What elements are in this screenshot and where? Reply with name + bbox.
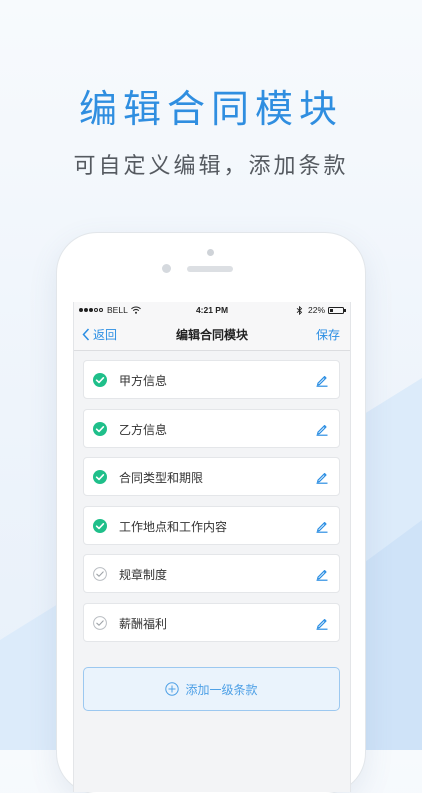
add-clause-label: 添加一级条款	[185, 682, 258, 697]
status-bar: BELL 4:21 PM 22%	[74, 302, 350, 318]
pencil-icon[interactable]	[315, 470, 329, 484]
clause-item[interactable]: 规章制度	[83, 554, 340, 594]
check-circle-icon[interactable]	[93, 470, 107, 485]
clause-label: 甲方信息	[119, 374, 168, 388]
clause-label: 乙方信息	[119, 422, 168, 437]
clause-item[interactable]: 乙方信息	[83, 408, 340, 448]
pencil-icon[interactable]	[315, 422, 329, 436]
clause-item[interactable]: 合同类型和期限	[83, 457, 340, 497]
pencil-icon[interactable]	[315, 373, 329, 387]
pencil-icon[interactable]	[315, 616, 329, 630]
navigation-bar: 返回 编辑合同模块 保存	[74, 318, 350, 351]
clause-item[interactable]: 薪酬福利	[83, 602, 340, 642]
check-circle-icon[interactable]	[93, 373, 107, 387]
phone-sensor	[162, 264, 171, 273]
nav-title: 编辑合同模块	[175, 328, 248, 342]
clause-list: 甲方信息乙方信息合同类型和期限工作地点和工作内容 规章制度薪酬福利	[83, 360, 340, 652]
save-button[interactable]: 保存	[316, 326, 340, 343]
promo-headline: 编辑合同模块	[78, 87, 343, 131]
check-circle-icon[interactable]	[93, 421, 107, 436]
clause-label: 工作地点和工作内容	[119, 519, 228, 534]
phone-screen: BELL 4:21 PM 22% 返回 编辑合同模块 保存 甲方信息 乙方信息 …	[73, 302, 351, 792]
phone-speaker	[187, 266, 233, 272]
clause-label: 薪酬福利	[119, 616, 168, 631]
promo-subhead: 可自定义编辑，添加条款	[73, 154, 349, 179]
bluetooth-icon	[296, 305, 303, 315]
add-clause-button[interactable]: 添加一级条款	[83, 667, 340, 711]
check-outline-icon[interactable]	[93, 567, 107, 582]
clause-item[interactable]: 甲方信息	[83, 360, 340, 399]
battery-fill	[330, 308, 333, 312]
check-outline-icon[interactable]	[93, 616, 107, 630]
phone-frame: BELL 4:21 PM 22% 返回 编辑合同模块 保存 甲方信息 乙方信息 …	[57, 233, 365, 793]
plus-circle-icon	[165, 682, 180, 696]
status-right: 22%	[296, 305, 346, 315]
pencil-icon[interactable]	[315, 567, 329, 582]
battery-icon	[328, 306, 346, 314]
pencil-icon[interactable]	[315, 519, 329, 533]
phone-camera	[207, 249, 214, 256]
check-circle-icon[interactable]	[93, 518, 107, 533]
battery-percent: 22%	[307, 305, 325, 315]
clause-label: 规章制度	[119, 568, 168, 583]
clause-item[interactable]: 工作地点和工作内容	[83, 505, 340, 545]
clause-label: 合同类型和期限	[119, 471, 204, 486]
